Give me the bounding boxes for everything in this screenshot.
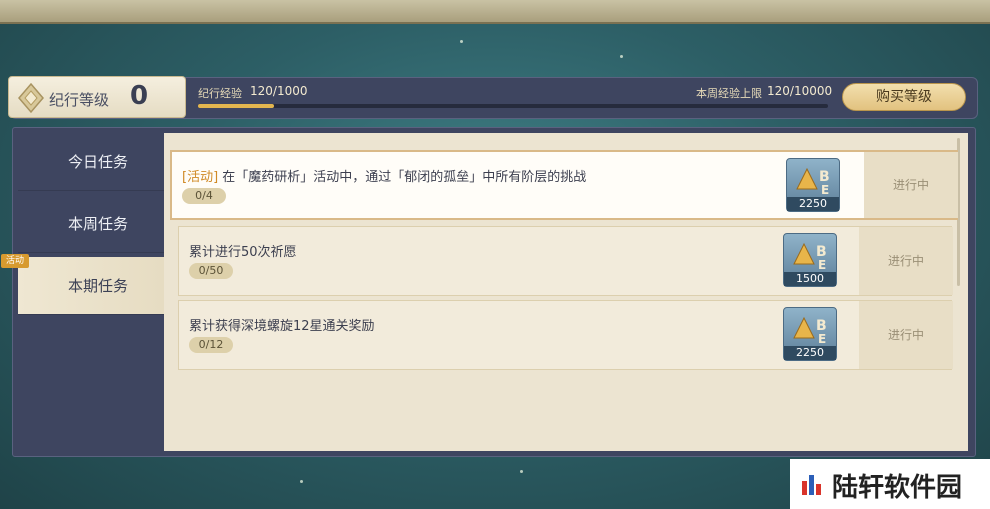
exp-label: 纪行经验 [198,87,242,100]
task-title: 累计获得深境螺旋12星通关奖励 [189,315,375,334]
sparkle [520,470,523,473]
task-progress: 0/50 [189,263,233,279]
reward-amount: 2250 [787,197,839,211]
bp-exp-icon: B E [793,316,827,346]
task-row[interactable]: 累计进行50次祈愿 0/50 B E 1500 进行中 [178,226,953,296]
watermark-text: 陆轩软件园 [832,473,963,503]
buy-level-button[interactable]: 购买等级 [842,83,966,111]
site-watermark: 陆轩软件园 [790,459,990,509]
sparkle [620,55,623,58]
reward-item[interactable]: B E 2250 [786,158,840,212]
svg-text:E: E [821,183,829,197]
tab-label: 今日任务 [67,153,128,171]
tab-daily-tasks[interactable]: 今日任务 [18,133,164,191]
sparkle [460,40,463,43]
watermark-logo-icon [802,475,821,495]
tab-label: 本周任务 [67,215,128,233]
task-row[interactable]: 累计获得深境螺旋12星通关奖励 0/12 B E 2250 进行中 [178,300,953,370]
reward-item[interactable]: B E 1500 [783,233,837,287]
task-status: 进行中 [864,152,958,218]
top-frame [0,0,990,24]
reward-amount: 1500 [784,272,836,286]
tab-label: 本期任务 [67,277,128,295]
level-emblem-icon [18,82,44,114]
task-event-tag: [活动] [182,170,219,185]
exp-progress-fill [198,104,274,108]
bp-exp-icon: B E [796,167,830,197]
level-box: 纪行等级 0 [8,76,186,118]
exp-progress-bar [198,104,828,108]
task-progress: 0/12 [189,337,233,353]
task-sidebar: 今日任务 本周任务 本期任务 [18,133,164,451]
exp-value: 120/1000 [250,84,308,98]
tab-weekly-tasks[interactable]: 本周任务 [18,195,164,253]
tab-season-tasks[interactable]: 本期任务 [18,257,164,315]
sparkle [300,480,303,483]
task-title: 累计进行50次祈愿 [189,241,297,260]
weekly-exp-label: 本周经验上限 [696,87,762,100]
svg-text:E: E [818,332,826,346]
event-badge: 活动 [1,254,29,268]
task-title-text: 累计获得深境螺旋12星通关奖励 [189,319,375,334]
level-label: 纪行等级 [49,91,110,109]
task-row[interactable]: [活动] 在「魔药研析」活动中，通过「郁闭的孤垒」中所有阶层的挑战 0/4 B … [170,150,958,220]
task-title-text: 在「魔药研析」活动中，通过「郁闭的孤垒」中所有阶层的挑战 [222,170,587,185]
svg-text:E: E [818,258,826,272]
level-value: 0 [130,81,149,111]
reward-item[interactable]: B E 2250 [783,307,837,361]
task-title: [活动] 在「魔药研析」活动中，通过「郁闭的孤垒」中所有阶层的挑战 [182,166,586,185]
reward-amount: 2250 [784,346,836,360]
task-status: 进行中 [859,301,953,369]
task-progress: 0/4 [182,188,226,204]
task-status: 进行中 [859,227,953,295]
bp-exp-icon: B E [793,242,827,272]
task-title-text: 累计进行50次祈愿 [189,245,297,260]
weekly-exp-value: 120/10000 [767,84,833,98]
